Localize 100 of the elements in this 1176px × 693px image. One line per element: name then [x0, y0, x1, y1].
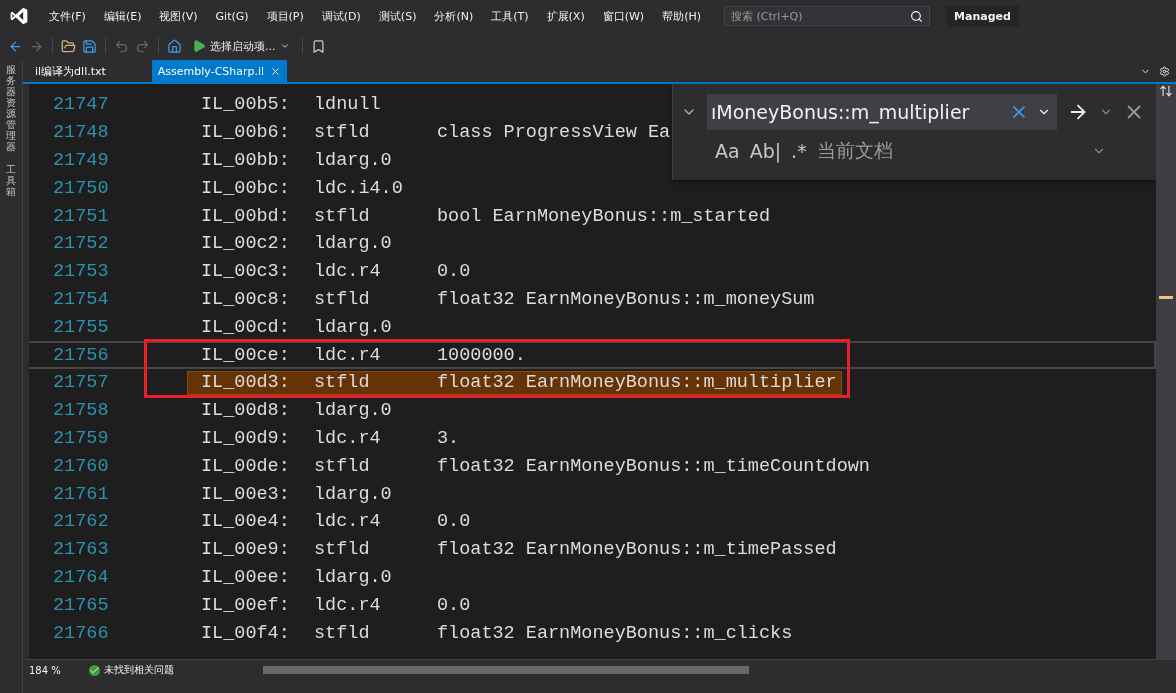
find-option[interactable]: Ab|	[749, 140, 782, 162]
opcode: ldarg.0	[314, 150, 393, 171]
menu-item[interactable]: 编辑(E)	[94, 8, 151, 24]
il-label: IL_00b6:	[201, 122, 291, 144]
line-number: 21751	[52, 205, 110, 227]
operand: float32 EarnMoneyBonus::m_timeCountdown	[437, 455, 871, 477]
line-number: 21754	[52, 288, 110, 310]
operand: float32 EarnMoneyBonus::m_clicks	[437, 622, 794, 644]
folder-icon[interactable]	[61, 38, 76, 54]
il-label: IL_00d8:	[201, 400, 291, 422]
check-icon	[89, 664, 100, 676]
find-option[interactable]: Aa	[715, 140, 740, 162]
operand: 3.	[437, 427, 461, 449]
line-number: 21757	[52, 372, 110, 394]
menu-item[interactable]: 帮助(H)	[653, 8, 710, 24]
line-number: 21762	[52, 511, 110, 533]
close-icon[interactable]	[270, 65, 282, 77]
zoom-level[interactable]: 184 %	[23, 664, 89, 676]
operand: 0.0	[437, 261, 472, 283]
menu-item[interactable]: 分析(N)	[425, 8, 483, 24]
menu-item[interactable]: 项目(P)	[257, 8, 313, 24]
operand: float32 EarnMoneyBonus::m_multiplier	[437, 372, 838, 394]
opcode: ldc.i4.0	[314, 177, 404, 199]
opcode: stfld	[314, 205, 371, 227]
operand: 0.0	[437, 511, 472, 533]
document-tab[interactable]: il编译为dll.txt	[29, 60, 112, 82]
line-number: 21758	[52, 400, 110, 422]
opcode: ldarg.0	[314, 483, 393, 505]
opcode: stfld	[314, 539, 371, 561]
line-number: 21753	[52, 261, 110, 283]
il-label: IL_00ef:	[201, 594, 291, 616]
side-panel-tab[interactable]: 服务器资源管理器	[6, 64, 16, 152]
operand: class ProgressView Ea	[437, 122, 672, 144]
menu-item[interactable]: Git(G)	[206, 9, 258, 23]
search-scope[interactable]: 当前文档	[816, 138, 1082, 164]
vertical-scrollbar[interactable]	[1156, 84, 1176, 659]
menu-item[interactable]: 测试(S)	[369, 8, 426, 24]
line-number: 21752	[52, 233, 110, 255]
operand: bool EarnMoneyBonus::m_started	[437, 205, 772, 227]
menu-item[interactable]: 工具(T)	[482, 8, 538, 24]
opcode: ldc.r4	[314, 594, 382, 616]
back-icon[interactable]	[8, 38, 23, 54]
save-icon[interactable]	[82, 38, 97, 54]
il-label: IL_00e3:	[201, 483, 291, 505]
menu-item[interactable]: 文件(F)	[40, 8, 95, 24]
visual-studio-logo[interactable]	[8, 6, 30, 26]
find-option[interactable]: .*	[791, 140, 807, 162]
il-label: IL_00bc:	[201, 177, 291, 199]
opcode: ldnull	[314, 94, 382, 116]
line-number: 21748	[52, 122, 110, 144]
line-number: 21755	[52, 316, 110, 338]
undo-icon[interactable]	[114, 38, 129, 54]
line-number: 21749	[52, 150, 110, 171]
line-number: 21750	[52, 177, 110, 199]
search-field[interactable]: 搜索 (Ctrl+Q)	[724, 6, 930, 26]
opcode: ldarg.0	[314, 233, 393, 255]
find-field[interactable]: ıMoneyBonus::m_multiplier	[707, 94, 1057, 130]
il-label: IL_00c3:	[201, 261, 291, 283]
caret-icon	[279, 41, 290, 51]
il-label: IL_00bb:	[201, 150, 291, 171]
line-number: 21756	[52, 344, 110, 366]
split-icon[interactable]	[1159, 84, 1173, 98]
il-label: IL_00c2:	[201, 233, 291, 255]
il-label: IL_00ce:	[201, 344, 291, 366]
forward-icon[interactable]	[29, 38, 44, 54]
opcode: ldc.r4	[314, 344, 382, 366]
home-icon[interactable]	[167, 38, 182, 54]
opcode: ldc.r4	[314, 511, 382, 533]
menu-item[interactable]: 窗口(W)	[593, 8, 654, 24]
start-button[interactable]: 选择启动项...	[188, 38, 294, 54]
operand: float32 EarnMoneyBonus::m_timePassed	[437, 539, 838, 561]
line-number: 21765	[52, 594, 110, 616]
menu-item[interactable]: 调试(D)	[312, 8, 370, 24]
document-tab[interactable]: Assembly-CSharp.il	[151, 60, 288, 82]
bookmark-icon[interactable]	[310, 38, 326, 54]
operand: float32 EarnMoneyBonus::m_moneySum	[437, 288, 816, 310]
menu-item[interactable]: 扩展(X)	[537, 8, 594, 24]
operand: 0.0	[437, 594, 472, 616]
side-panel-tab[interactable]: 工具箱	[6, 164, 16, 197]
settings-icon[interactable]	[1159, 65, 1170, 77]
opcode: stfld	[314, 122, 371, 144]
account-badge[interactable]: Managed	[946, 5, 1019, 27]
il-label: IL_00de:	[201, 455, 291, 477]
line-number: 21760	[52, 455, 110, 477]
il-label: IL_00c8:	[201, 288, 291, 310]
operand: 1000000.	[437, 344, 527, 366]
redo-icon[interactable]	[135, 38, 150, 54]
opcode: stfld	[314, 372, 371, 394]
menu-item[interactable]: 视图(V)	[150, 8, 207, 24]
opcode: ldc.r4	[314, 427, 382, 449]
play-icon	[192, 39, 206, 53]
opcode: stfld	[314, 622, 371, 644]
il-label: IL_00f4:	[201, 622, 291, 644]
il-label: IL_00cd:	[201, 316, 291, 338]
line-number: 21747	[52, 94, 110, 116]
opcode: ldarg.0	[314, 400, 393, 422]
issues-status[interactable]: 未找到相关问题	[89, 663, 249, 677]
line-number: 21759	[52, 427, 110, 449]
line-number: 21761	[52, 483, 110, 505]
il-label: IL_00bd:	[201, 205, 291, 227]
